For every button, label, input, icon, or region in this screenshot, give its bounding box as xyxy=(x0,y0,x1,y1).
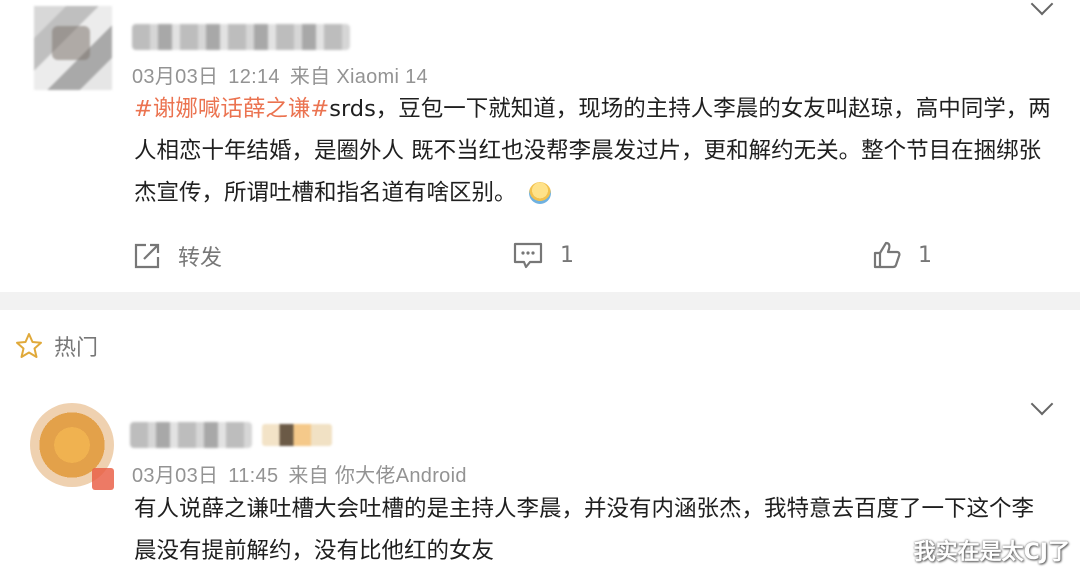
vip-badge-icon xyxy=(92,468,114,490)
comment-source: 来自 你大佬Android xyxy=(288,465,467,487)
comment-2: 03月03日 11:45 来自 你大佬Android 有人说薛之谦吐槽大会吐槽的是主… xyxy=(0,0,1080,577)
comment-text: 有人说薛之谦吐槽大会吐槽的是主持人李晨，并没有内涵张杰，我特意去百度了一下这个李… xyxy=(134,496,1035,564)
username-blurred[interactable] xyxy=(130,422,252,448)
watermark: 我实在是太CJ了 xyxy=(913,540,1070,565)
user-badge-blurred xyxy=(262,424,332,446)
chevron-down-icon[interactable] xyxy=(1030,392,1054,416)
comment-meta: 03月03日 11:45 来自 你大佬Android xyxy=(132,459,477,488)
comment-date: 03月03日 xyxy=(132,465,219,487)
comment-time: 11:45 xyxy=(228,465,279,487)
